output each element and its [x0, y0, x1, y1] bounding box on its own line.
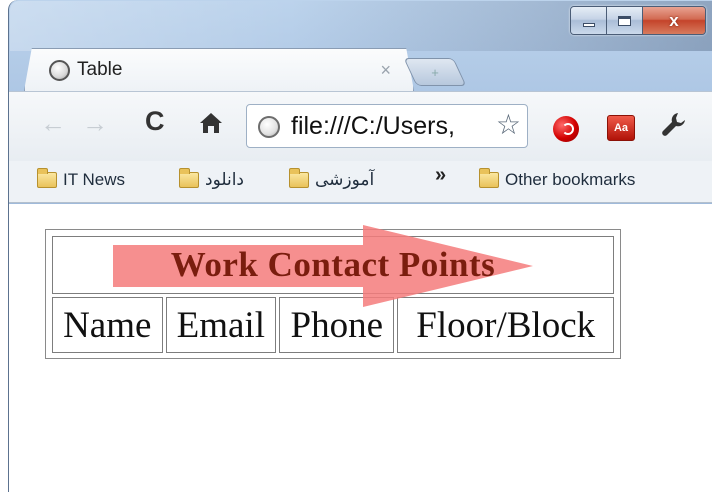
maximize-button[interactable]	[607, 7, 643, 34]
bookmark-folder-tutorials[interactable]: آموزشی	[289, 168, 375, 190]
page-globe-icon	[49, 60, 70, 81]
tab-title: Table	[77, 59, 123, 80]
tab-table[interactable]: Table ×	[24, 48, 414, 91]
maximize-icon	[618, 15, 631, 26]
extension-red-icon[interactable]	[553, 116, 579, 142]
window-caption-buttons: x	[570, 6, 706, 35]
folder-icon	[479, 168, 499, 188]
bookmark-folder-downloads[interactable]: دانلود	[179, 168, 245, 190]
table-title-cell: Work Contact Points	[52, 225, 614, 307]
bookmark-label: IT News	[63, 170, 126, 189]
contacts-table-frame: Work Contact Points Name Email Phone Flo…	[45, 225, 621, 359]
bookmark-folder-it-news[interactable]: IT News	[37, 168, 126, 190]
table-title: Work Contact Points	[170, 245, 496, 284]
minimize-icon	[582, 22, 595, 27]
folder-icon	[289, 168, 309, 188]
bookmarks-bar: IT News دانلود آموزشی » Other bookmarks	[9, 161, 712, 203]
bookmark-label: Other bookmarks	[505, 170, 636, 189]
address-bar-url: file:///C:/Users,	[291, 112, 455, 140]
address-bar[interactable]: file:///C:/Users, ☆	[246, 104, 528, 148]
acrobat-extension-icon[interactable]: Aa	[607, 115, 635, 141]
bookmark-label: دانلود	[205, 170, 245, 189]
wrench-menu-icon[interactable]	[660, 110, 688, 143]
close-window-button[interactable]: x	[643, 7, 705, 34]
contacts-table: Work Contact Points Name Email Phone Flo…	[49, 225, 617, 356]
folder-icon	[179, 168, 199, 188]
minimize-button[interactable]	[571, 7, 607, 34]
plus-icon: +	[431, 64, 439, 80]
home-icon[interactable]	[198, 110, 224, 136]
page-globe-icon	[258, 116, 280, 138]
toolbar: ← → C file:///C:/Users, ☆ Aa	[9, 91, 712, 161]
tab-close-icon[interactable]: ×	[380, 60, 391, 81]
page-content: Work Contact Points Name Email Phone Flo…	[9, 204, 712, 492]
bookmark-star-icon[interactable]: ☆	[496, 111, 521, 139]
back-arrow-icon[interactable]: ←	[40, 110, 66, 136]
forward-arrow-icon[interactable]: →	[82, 110, 108, 136]
bookmarks-overflow-chevron-icon[interactable]: »	[435, 164, 446, 187]
bookmark-folder-other[interactable]: Other bookmarks	[479, 168, 636, 190]
bookmark-label: آموزشی	[315, 170, 375, 189]
reload-icon[interactable]: C	[145, 108, 165, 135]
folder-icon	[37, 168, 57, 188]
close-icon: x	[669, 11, 679, 30]
